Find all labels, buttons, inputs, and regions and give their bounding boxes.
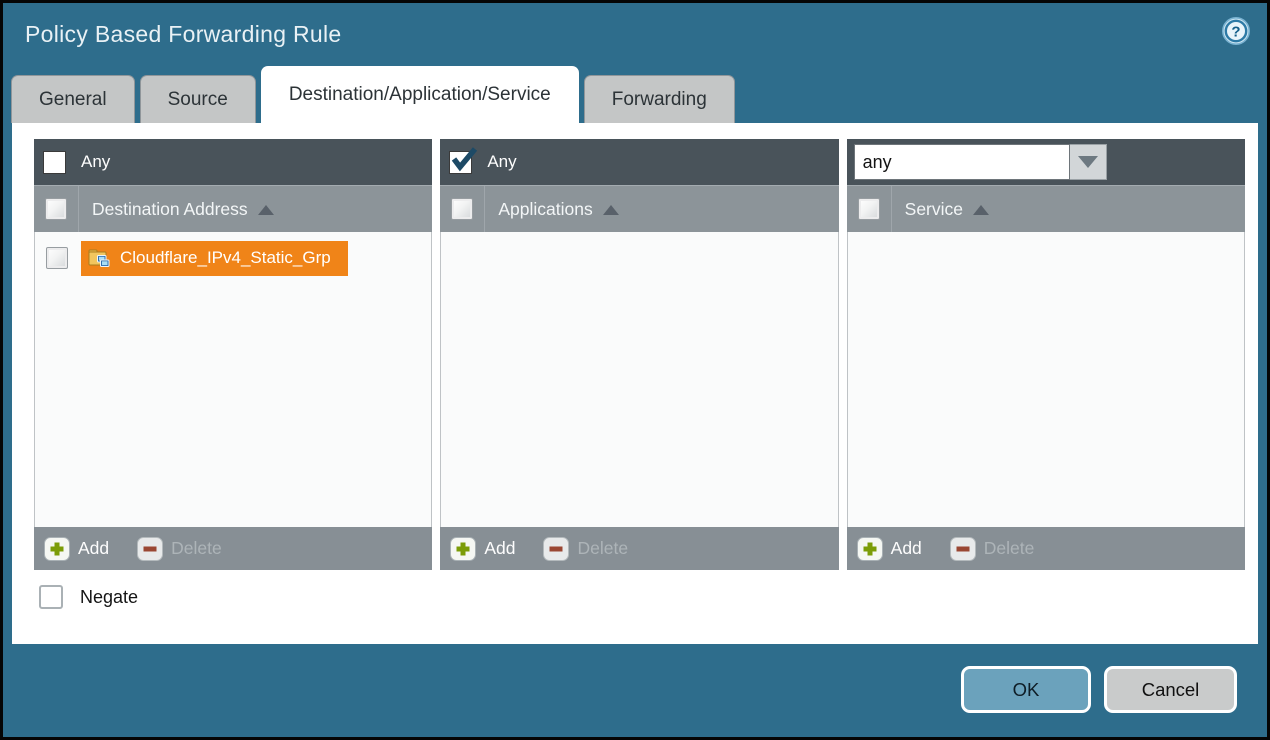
- dialog-title: Policy Based Forwarding Rule: [25, 21, 342, 48]
- destination-any-bar: Any: [34, 139, 432, 185]
- applications-add-label: Add: [484, 538, 515, 559]
- destination-item-label: Cloudflare_IPv4_Static_Grp: [120, 248, 331, 268]
- destination-selectall-checkbox[interactable]: [45, 198, 67, 220]
- applications-delete-label: Delete: [577, 538, 628, 559]
- service-footer-bar: Add Delete: [847, 527, 1245, 570]
- service-add-button[interactable]: Add: [857, 537, 922, 561]
- service-header-label-wrap: Service: [905, 186, 989, 232]
- address-group-icon: [88, 248, 111, 269]
- negate-row: Negate: [39, 585, 1245, 609]
- applications-selectall-checkbox[interactable]: [451, 198, 473, 220]
- service-list[interactable]: [847, 232, 1245, 527]
- destination-header-label-wrap: Destination Address: [92, 186, 274, 232]
- policy-based-forwarding-dialog: { "window": { "title": "Policy Based For…: [0, 0, 1270, 740]
- destination-any-checkbox[interactable]: [43, 151, 66, 174]
- list-item: Cloudflare_IPv4_Static_Grp: [35, 238, 431, 278]
- applications-any-checkbox[interactable]: [449, 151, 472, 174]
- dialog-actions: OK Cancel: [961, 666, 1237, 713]
- chevron-down-icon: [1078, 156, 1098, 168]
- negate-checkbox[interactable]: [39, 585, 63, 609]
- tab-general[interactable]: General: [11, 75, 135, 123]
- service-dropdown-button[interactable]: [1070, 144, 1107, 180]
- service-dropdown-bar: [847, 139, 1245, 185]
- sort-ascending-icon[interactable]: [973, 205, 989, 215]
- applications-list[interactable]: [440, 232, 838, 527]
- applications-selectall-cell[interactable]: [440, 186, 485, 232]
- tab-bar: General Source Destination/Application/S…: [3, 65, 1267, 123]
- service-add-label: Add: [891, 538, 922, 559]
- destination-header-label: Destination Address: [92, 199, 248, 220]
- service-header-label: Service: [905, 199, 963, 220]
- service-dropdown[interactable]: [854, 144, 1107, 180]
- service-delete-label: Delete: [984, 538, 1035, 559]
- destination-delete-label: Delete: [171, 538, 222, 559]
- ok-button[interactable]: OK: [961, 666, 1091, 713]
- applications-footer-bar: Add Delete: [440, 527, 838, 570]
- applications-header-label: Applications: [498, 199, 592, 220]
- destination-add-button[interactable]: Add: [44, 537, 109, 561]
- applications-any-label: Any: [487, 152, 516, 172]
- destination-address-column: Any Destination Address: [34, 139, 432, 570]
- service-dropdown-input[interactable]: [854, 144, 1070, 180]
- destination-add-label: Add: [78, 538, 109, 559]
- sort-ascending-icon[interactable]: [603, 205, 619, 215]
- cancel-button[interactable]: Cancel: [1104, 666, 1237, 713]
- add-plus-icon: [857, 537, 883, 561]
- destination-item-checkbox[interactable]: [46, 247, 68, 269]
- add-plus-icon: [44, 537, 70, 561]
- applications-column-header[interactable]: Applications: [440, 185, 838, 232]
- applications-add-button[interactable]: Add: [450, 537, 515, 561]
- svg-text:?: ?: [1231, 24, 1240, 41]
- delete-minus-icon: [950, 537, 976, 561]
- negate-label: Negate: [80, 587, 138, 608]
- dialog-titlebar: Policy Based Forwarding Rule ?: [3, 3, 1267, 65]
- applications-any-bar: Any: [440, 139, 838, 185]
- service-selectall-checkbox[interactable]: [858, 198, 880, 220]
- delete-minus-icon: [137, 537, 163, 561]
- tab-forwarding[interactable]: Forwarding: [584, 75, 735, 123]
- sort-ascending-icon[interactable]: [258, 205, 274, 215]
- destination-footer-bar: Add Delete: [34, 527, 432, 570]
- destination-item-selected[interactable]: Cloudflare_IPv4_Static_Grp: [81, 241, 348, 276]
- add-plus-icon: [450, 537, 476, 561]
- applications-delete-button[interactable]: Delete: [543, 537, 628, 561]
- applications-column: Any Applications: [440, 139, 838, 570]
- tab-content-panel: Any Destination Address: [12, 123, 1258, 644]
- destination-list[interactable]: Cloudflare_IPv4_Static_Grp: [34, 232, 432, 527]
- service-column-header[interactable]: Service: [847, 185, 1245, 232]
- help-icon[interactable]: ?: [1221, 16, 1251, 46]
- tab-source[interactable]: Source: [140, 75, 256, 123]
- applications-header-label-wrap: Applications: [498, 186, 618, 232]
- destination-column-header[interactable]: Destination Address: [34, 185, 432, 232]
- service-delete-button[interactable]: Delete: [950, 537, 1035, 561]
- destination-delete-button[interactable]: Delete: [137, 537, 222, 561]
- destination-any-label: Any: [81, 152, 110, 172]
- three-column-layout: Any Destination Address: [34, 139, 1245, 570]
- delete-minus-icon: [543, 537, 569, 561]
- destination-selectall-cell[interactable]: [34, 186, 79, 232]
- service-column: Service Add: [847, 139, 1245, 570]
- service-selectall-cell[interactable]: [847, 186, 892, 232]
- tab-destination-application-service[interactable]: Destination/Application/Service: [261, 66, 579, 123]
